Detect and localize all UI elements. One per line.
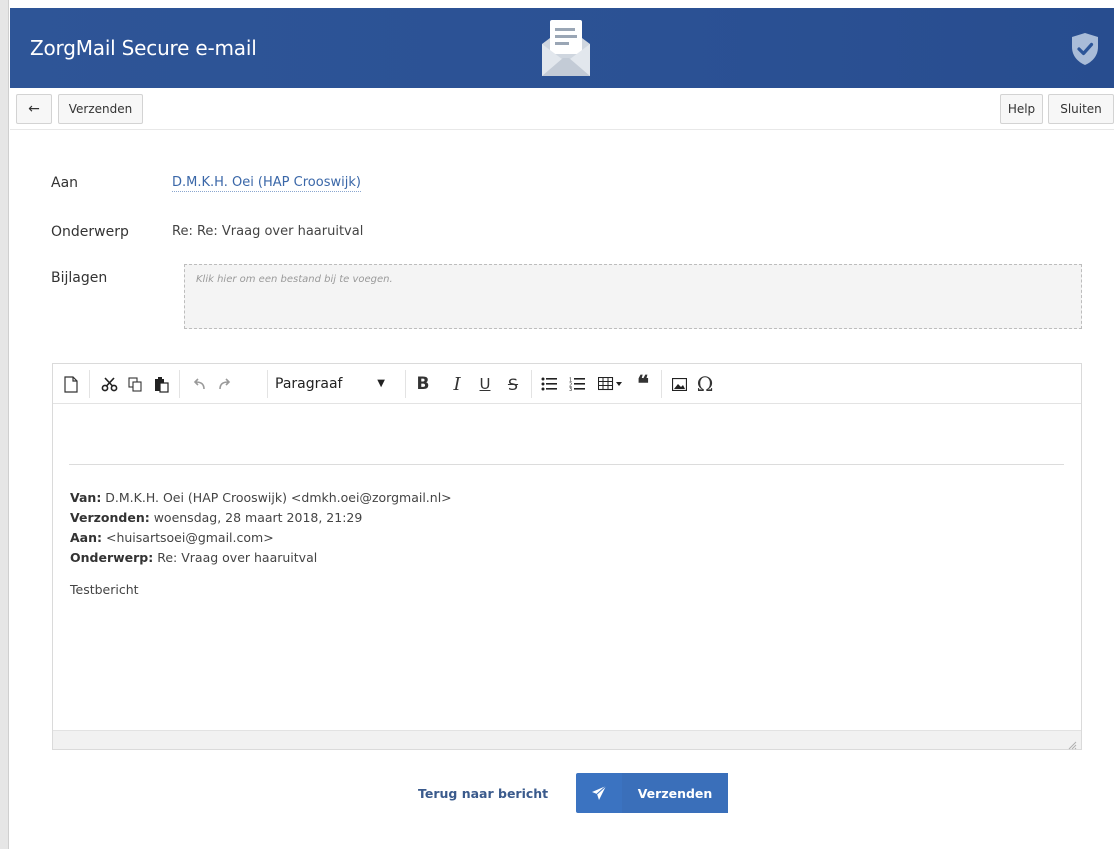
quoted-from-value: D.M.K.H. Oei (HAP Crooswijk) <dmkh.oei@z… xyxy=(101,490,452,505)
quote-separator xyxy=(69,464,1064,465)
toolbar-divider xyxy=(531,370,532,398)
paper-plane-icon xyxy=(576,773,622,813)
quoted-subject-label: Onderwerp: xyxy=(70,550,154,565)
quoted-subject-value: Re: Vraag over haaruitval xyxy=(153,550,318,565)
attachment-placeholder: Klik hier om een bestand bij te voegen. xyxy=(196,274,393,285)
quoted-body: Testbericht xyxy=(70,582,139,597)
image-icon[interactable] xyxy=(667,372,691,396)
send-button-label: Verzenden xyxy=(622,773,728,813)
toolbar-divider xyxy=(179,370,180,398)
rich-text-editor: Paragraaf ▼ B I U S 123 ❝ Ω Van: D.M.K.H… xyxy=(52,363,1082,750)
special-character-icon[interactable]: Ω xyxy=(693,372,717,396)
app-header: ZorgMail Secure e-mail xyxy=(10,8,1114,88)
arrow-left-icon: ← xyxy=(28,101,40,117)
shield-check-icon xyxy=(1070,32,1100,66)
toolbar-divider xyxy=(661,370,662,398)
close-button[interactable]: Sluiten xyxy=(1048,94,1114,124)
open-envelope-icon xyxy=(536,18,596,80)
paragraph-format-value: Paragraaf xyxy=(275,376,343,392)
back-to-message-link[interactable]: Terug naar bericht xyxy=(418,786,548,801)
app-title: ZorgMail Secure e-mail xyxy=(30,36,257,60)
quoted-sent-value: woensdag, 28 maart 2018, 21:29 xyxy=(149,510,363,525)
quoted-sent-label: Verzonden: xyxy=(70,510,150,525)
toolbar-divider xyxy=(267,370,268,398)
back-button[interactable]: ← xyxy=(16,94,52,124)
resize-handle-icon[interactable] xyxy=(1068,737,1077,750)
cut-icon[interactable] xyxy=(97,372,121,396)
send-button[interactable]: Verzenden xyxy=(576,773,728,813)
attachment-dropzone[interactable]: Klik hier om een bestand bij te voegen. xyxy=(184,264,1082,329)
copy-icon[interactable] xyxy=(123,372,147,396)
quoted-sent-line: Verzonden: woensdag, 28 maart 2018, 21:2… xyxy=(70,510,362,525)
paste-icon[interactable] xyxy=(149,372,173,396)
italic-icon[interactable]: I xyxy=(445,372,469,396)
app-window: ZorgMail Secure e-mail ← Verzenden Help … xyxy=(10,0,1114,849)
subject-field[interactable]: Re: Re: Vraag over haaruitval xyxy=(172,224,363,239)
svg-text:3: 3 xyxy=(569,387,572,391)
editor-toolbar: Paragraaf ▼ B I U S 123 ❝ Ω xyxy=(53,364,1081,404)
paragraph-format-select[interactable]: Paragraaf ▼ xyxy=(275,372,385,396)
new-document-icon[interactable] xyxy=(59,372,83,396)
window-left-edge xyxy=(0,0,9,849)
quoted-from-label: Van: xyxy=(70,490,102,505)
table-icon[interactable] xyxy=(595,372,627,396)
undo-icon[interactable] xyxy=(187,372,211,396)
numbered-list-icon[interactable]: 123 xyxy=(565,372,589,396)
quoted-to-value: <huisartsoei@gmail.com> xyxy=(102,530,274,545)
toolbar-divider xyxy=(405,370,406,398)
help-button[interactable]: Help xyxy=(1000,94,1043,124)
subject-label: Onderwerp xyxy=(51,224,129,240)
quoted-to-line: Aan: <huisartsoei@gmail.com> xyxy=(70,530,274,545)
strikethrough-icon[interactable]: S xyxy=(501,372,525,396)
editor-body[interactable]: Van: D.M.K.H. Oei (HAP Crooswijk) <dmkh.… xyxy=(53,404,1081,730)
blockquote-icon[interactable]: ❝ xyxy=(631,371,655,397)
bullet-list-icon[interactable] xyxy=(537,372,561,396)
toolbar-divider xyxy=(89,370,90,398)
action-toolbar: ← Verzenden Help Sluiten xyxy=(10,88,1114,130)
underline-icon[interactable]: U xyxy=(473,372,497,396)
caret-down-icon: ▼ xyxy=(377,378,385,389)
attachments-label: Bijlagen xyxy=(51,270,108,286)
recipient-link[interactable]: D.M.K.H. Oei (HAP Crooswijk) xyxy=(172,175,361,192)
quoted-from-line: Van: D.M.K.H. Oei (HAP Crooswijk) <dmkh.… xyxy=(70,490,452,505)
quoted-subject-line: Onderwerp: Re: Vraag over haaruitval xyxy=(70,550,317,565)
quoted-to-label: Aan: xyxy=(70,530,103,545)
send-button-top[interactable]: Verzenden xyxy=(58,94,143,124)
editor-statusbar xyxy=(53,730,1081,750)
bold-icon[interactable]: B xyxy=(411,372,435,396)
redo-icon[interactable] xyxy=(213,372,237,396)
to-value-wrapper: D.M.K.H. Oei (HAP Crooswijk) xyxy=(172,175,361,192)
to-label: Aan xyxy=(51,175,79,191)
